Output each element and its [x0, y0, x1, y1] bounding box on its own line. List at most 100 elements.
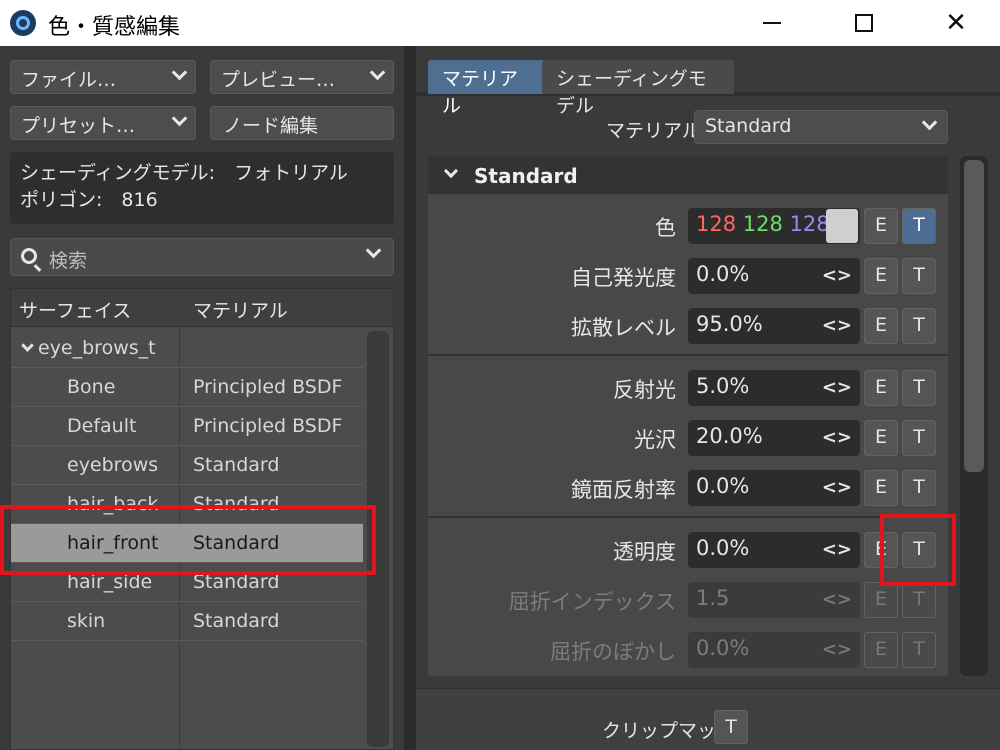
- color-red-value[interactable]: 128: [696, 212, 736, 236]
- surface-cell: eyebrows: [67, 454, 159, 476]
- group-divider: [428, 516, 948, 518]
- chevron-down-icon: [369, 64, 386, 81]
- properties-scrollbar[interactable]: [960, 156, 988, 676]
- drag-arrows-icon[interactable]: <>: [822, 427, 852, 448]
- prop-value-field[interactable]: 0.0% <>: [688, 258, 860, 294]
- close-button[interactable]: ✕: [920, 0, 992, 46]
- material-select[interactable]: Standard: [694, 110, 948, 144]
- drag-arrows-icon[interactable]: <>: [822, 265, 852, 286]
- material-select-value: Standard: [705, 115, 792, 137]
- prop-value: 5.0%: [696, 374, 750, 398]
- clipmap-texture-button[interactable]: T: [714, 710, 748, 744]
- minimize-button[interactable]: [736, 0, 808, 46]
- prop-value-field[interactable]: 20.0% <>: [688, 420, 860, 456]
- prop-value: 0.0%: [696, 262, 750, 286]
- texture-button[interactable]: T: [902, 258, 936, 294]
- material-cell: Standard: [193, 454, 280, 476]
- table-row[interactable]: Default Principled BSDF: [11, 407, 363, 446]
- drag-arrows-icon[interactable]: <>: [822, 315, 852, 336]
- prop-label: 透明度: [613, 540, 676, 564]
- highlight-box-texture-button: [880, 514, 956, 586]
- texture-button: T: [902, 632, 936, 668]
- window-title: 色・質感編集: [48, 15, 181, 40]
- section-header[interactable]: Standard: [428, 156, 948, 194]
- panel-divider[interactable]: [404, 46, 416, 750]
- drag-arrows-icon: <>: [821, 589, 852, 610]
- texture-button[interactable]: T: [902, 420, 936, 456]
- scrollbar-thumb[interactable]: [964, 160, 984, 472]
- prop-value-field: 0.0% <>: [688, 632, 860, 668]
- table-row[interactable]: eyebrows Standard: [11, 446, 363, 485]
- node-edit-button[interactable]: ノード編集: [210, 106, 394, 140]
- prop-label: 屈折のぼかし: [550, 640, 676, 664]
- prop-value-field[interactable]: 0.0% <>: [688, 532, 860, 568]
- expression-button[interactable]: E: [864, 420, 898, 456]
- color-blue-value[interactable]: 128: [790, 212, 830, 236]
- prop-row-glossiness: 光沢 20.0% <> E T: [428, 416, 948, 458]
- texture-button: T: [902, 582, 936, 618]
- expression-button[interactable]: E: [864, 258, 898, 294]
- search-input[interactable]: 検索: [49, 246, 87, 273]
- surface-cell: Default: [67, 415, 137, 437]
- search-box[interactable]: 検索: [10, 238, 394, 276]
- expression-button[interactable]: E: [864, 308, 898, 344]
- prop-label: 反射光: [613, 378, 676, 402]
- file-menu-label: ファイル…: [21, 69, 117, 91]
- preview-menu-dropdown[interactable]: プレビュー…: [210, 60, 394, 94]
- maximize-button[interactable]: [828, 0, 900, 46]
- prop-value-field[interactable]: 5.0% <>: [688, 370, 860, 406]
- expression-button[interactable]: E: [864, 370, 898, 406]
- table-group-row[interactable]: eye_brows_t: [11, 329, 363, 368]
- texture-button[interactable]: T: [902, 370, 936, 406]
- table-row[interactable]: Bone Principled BSDF: [11, 368, 363, 407]
- prop-label: 色: [655, 216, 676, 240]
- table-row[interactable]: skin Standard: [11, 602, 363, 641]
- minimize-icon: [763, 22, 781, 24]
- prop-row-reflection: 鏡面反射率 0.0% <> E T: [428, 466, 948, 508]
- chevron-down-icon: [921, 114, 938, 131]
- file-menu-dropdown[interactable]: ファイル…: [10, 60, 196, 94]
- shading-model-info: シェーディングモデル: フォトリアル: [20, 162, 348, 184]
- prop-row-refraction-blur: 屈折のぼかし 0.0% <> E T: [428, 628, 948, 670]
- search-icon: [21, 248, 37, 264]
- chevron-down-icon: [443, 163, 459, 179]
- column-header-material[interactable]: マテリアル: [193, 296, 288, 323]
- prop-row-diffuse: 拡散レベル 95.0% <> E T: [428, 304, 948, 346]
- drag-arrows-icon[interactable]: <>: [822, 377, 852, 398]
- drag-arrows-icon[interactable]: <>: [822, 477, 852, 498]
- prop-value-field: 1.5 <>: [688, 582, 860, 618]
- prop-value: 0.0%: [696, 536, 750, 560]
- prop-value: 20.0%: [696, 424, 763, 448]
- model-info-box: シェーディングモデル: フォトリアル ポリゴン: 816: [10, 152, 394, 224]
- expression-button[interactable]: E: [864, 208, 898, 244]
- chevron-down-icon: [171, 110, 188, 127]
- texture-button[interactable]: T: [902, 208, 936, 244]
- texture-button[interactable]: T: [902, 308, 936, 344]
- prop-label: 自己発光度: [571, 266, 676, 290]
- column-header-surface[interactable]: サーフェイス: [19, 296, 131, 323]
- chevron-down-icon[interactable]: [21, 339, 34, 352]
- close-icon: ✕: [945, 8, 967, 38]
- prop-value: 1.5: [696, 586, 730, 610]
- color-swatch[interactable]: [826, 209, 858, 243]
- preset-menu-dropdown[interactable]: プリセット…: [10, 106, 196, 140]
- prop-label: 拡散レベル: [571, 316, 676, 340]
- group-divider: [428, 354, 948, 356]
- prop-value: 95.0%: [696, 312, 763, 336]
- expression-button[interactable]: E: [864, 470, 898, 506]
- tab-shading-model[interactable]: シェーディングモデル: [542, 60, 734, 117]
- section-title: Standard: [474, 164, 578, 188]
- texture-button[interactable]: T: [902, 470, 936, 506]
- prop-value-field[interactable]: 95.0% <>: [688, 308, 860, 344]
- material-cell: Principled BSDF: [193, 376, 343, 398]
- color-green-value[interactable]: 128: [743, 212, 783, 236]
- prop-value-field[interactable]: 0.0% <>: [688, 470, 860, 506]
- chevron-down-icon[interactable]: [365, 242, 382, 259]
- drag-arrows-icon[interactable]: <>: [822, 539, 852, 560]
- tab-material[interactable]: マテリアル: [428, 60, 546, 117]
- surface-cell: Bone: [67, 376, 116, 398]
- prop-row-refraction-index: 屈折インデックス 1.5 <> E T: [428, 578, 948, 620]
- prop-value: 0.0%: [696, 636, 750, 660]
- preview-menu-label: プレビュー…: [221, 69, 336, 91]
- group-label: eye_brows_t: [38, 337, 156, 359]
